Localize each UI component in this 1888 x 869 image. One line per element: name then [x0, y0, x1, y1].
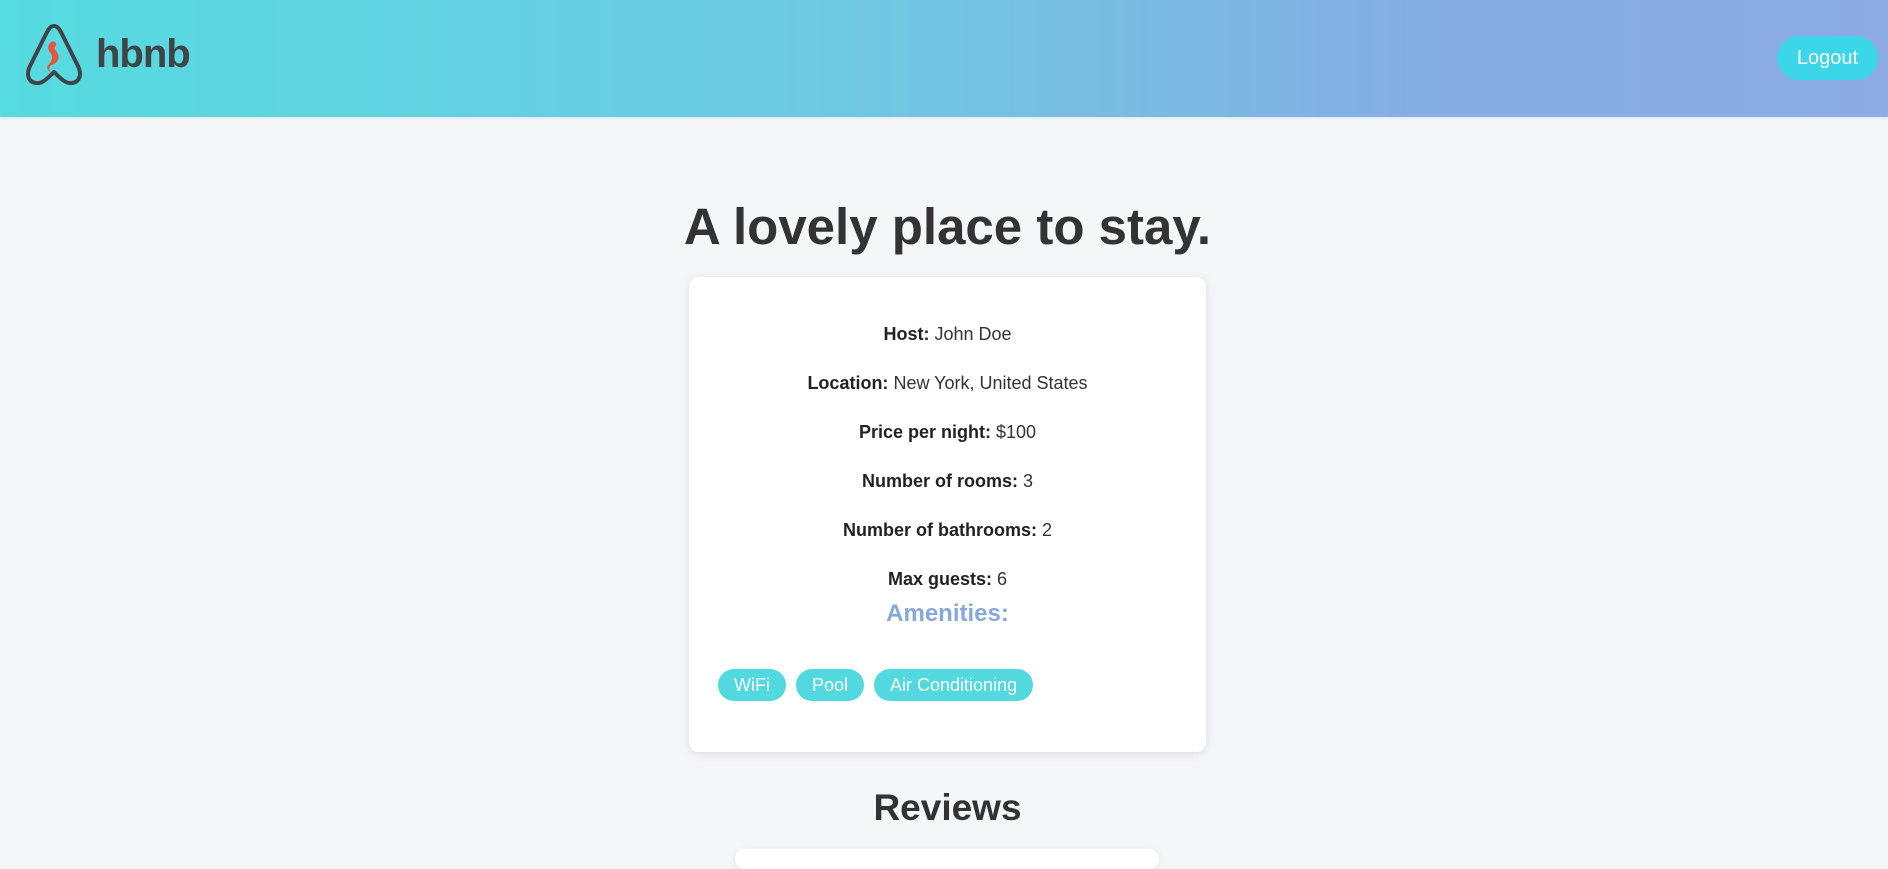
detail-value: 2 — [1042, 520, 1053, 540]
detail-value: John Doe — [934, 324, 1012, 344]
detail-rooms: Number of rooms: 3 — [689, 470, 1206, 492]
page-title: A lovely place to stay. — [683, 198, 1212, 255]
amenity-chip-air-conditioning: Air Conditioning — [874, 669, 1034, 701]
logo[interactable]: hbnb — [24, 22, 191, 86]
amenity-chip-wifi: WiFi — [718, 669, 786, 701]
logout-button[interactable]: Logout — [1776, 36, 1878, 80]
detail-value: 3 — [1023, 471, 1034, 491]
place-details-card: Host: John Doe Location: New York, Unite… — [689, 277, 1206, 752]
detail-max-guests: Max guests: 6 — [689, 568, 1206, 590]
detail-label: Location: — [807, 373, 889, 393]
detail-label: Number of rooms: — [861, 471, 1018, 491]
detail-host: Host: John Doe — [689, 323, 1206, 345]
review-card — [735, 849, 1159, 869]
amenities-list: WiFi Pool Air Conditioning — [718, 669, 1034, 701]
detail-location: Location: New York, United States — [689, 372, 1206, 394]
reviews-heading: Reviews — [873, 787, 1022, 828]
detail-label: Max guests: — [887, 569, 992, 589]
top-header: hbnb Logout — [0, 0, 1888, 117]
detail-label: Price per night: — [858, 422, 991, 442]
detail-label: Host: — [883, 324, 930, 344]
detail-label: Number of bathrooms: — [842, 520, 1037, 540]
detail-bathrooms: Number of bathrooms: 2 — [689, 519, 1206, 541]
detail-value: $100 — [996, 422, 1037, 442]
amenities-heading: Amenities: — [886, 600, 1009, 627]
detail-value: 6 — [997, 569, 1008, 589]
logo-text: hbnb — [96, 32, 191, 76]
amenity-chip-pool: Pool — [795, 669, 865, 701]
airbnb-seahorse-icon — [26, 24, 82, 86]
detail-price: Price per night: $100 — [689, 421, 1206, 443]
detail-value: New York, United States — [893, 373, 1088, 393]
